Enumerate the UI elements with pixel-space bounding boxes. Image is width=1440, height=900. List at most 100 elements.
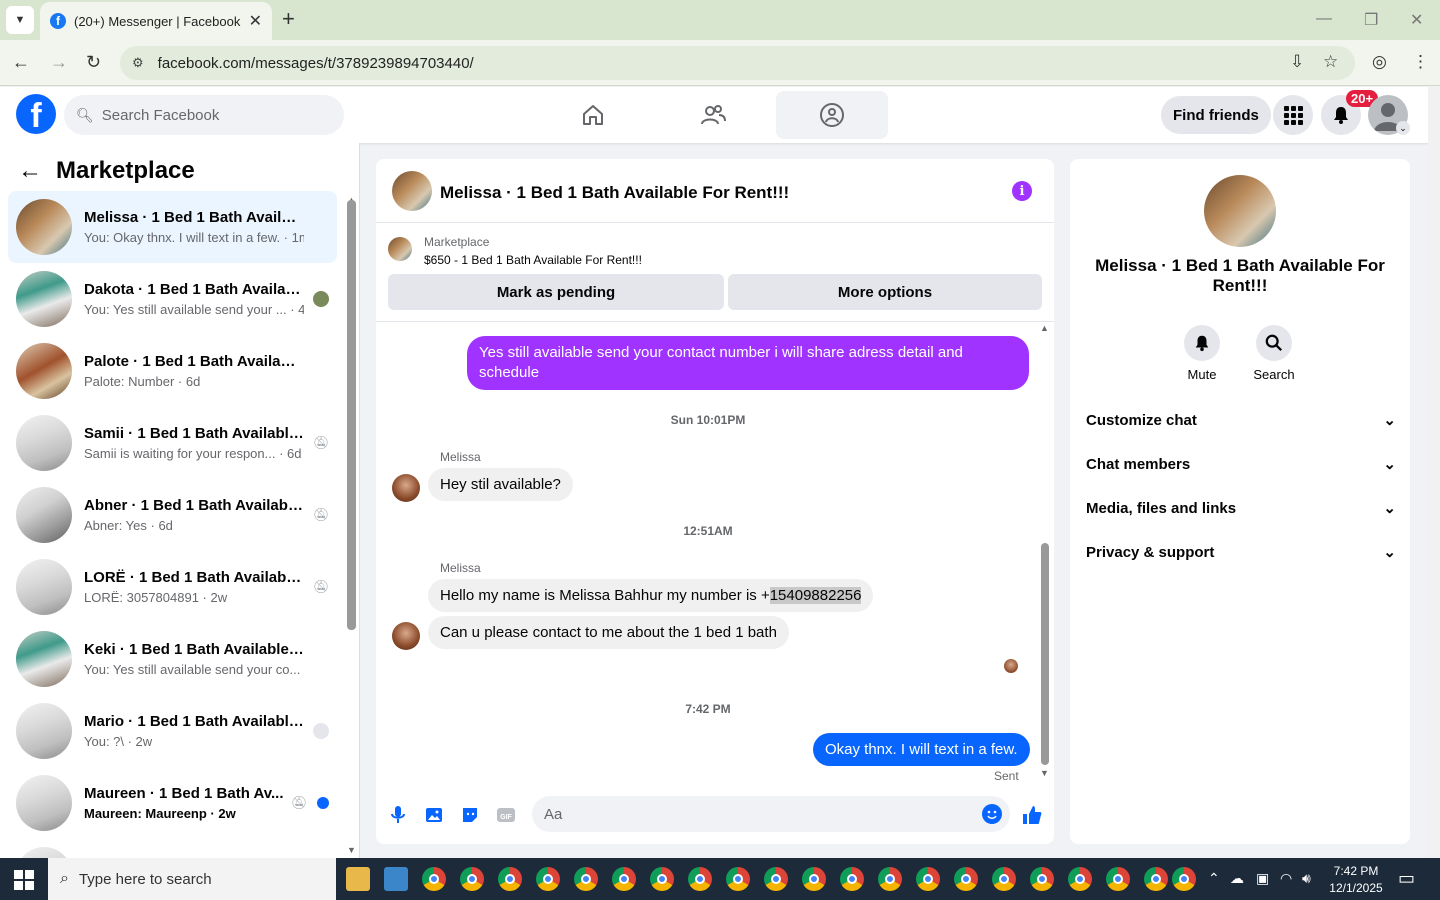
sticker-icon[interactable] [458, 803, 482, 827]
chrome-icon[interactable] [878, 867, 902, 891]
chrome-icon[interactable] [1068, 867, 1092, 891]
highlighted-phone-number[interactable]: 15409882256 [769, 587, 862, 604]
back-button[interactable]: ← [12, 52, 30, 73]
chrome-icon[interactable] [1106, 867, 1130, 891]
privacy-support-row[interactable]: Privacy & support ⌄ [1086, 543, 1396, 562]
emoji-icon[interactable] [982, 804, 1002, 824]
close-tab-icon[interactable]: ✕ [249, 11, 262, 31]
conversation-item[interactable]: LORË · 1 Bed 1 Bath Available ... LORË: 3… [8, 551, 337, 623]
browser-menu-icon[interactable]: ⋮ [1412, 52, 1429, 72]
windows-start-icon[interactable] [14, 870, 34, 890]
home-nav-button[interactable] [537, 91, 649, 139]
profile-icon[interactable]: ◎ [1372, 52, 1387, 72]
show-hidden-icons-icon[interactable]: ⌃ [1208, 870, 1220, 887]
chrome-icon[interactable] [726, 867, 750, 891]
facebook-logo-icon[interactable]: f [16, 94, 56, 134]
marketplace-listing-row[interactable]: Marketplace $650 - 1 Bed 1 Bath Availabl… [388, 235, 642, 267]
listing-profile-photo[interactable] [1204, 175, 1276, 247]
chrome-icon[interactable] [1172, 867, 1196, 891]
back-arrow-icon[interactable]: ← [18, 157, 42, 185]
friends-nav-button[interactable] [657, 91, 769, 139]
gif-icon[interactable]: GIF [494, 803, 518, 827]
url-field[interactable]: ⚙ facebook.com/messages/t/37892398947034… [120, 46, 1355, 80]
info-icon[interactable]: i [1012, 181, 1032, 201]
chrome-icon[interactable] [422, 867, 446, 891]
customize-chat-row[interactable]: Customize chat ⌄ [1086, 411, 1396, 430]
account-chevron-icon[interactable]: ⌄ [1396, 121, 1410, 135]
chrome-icon[interactable] [574, 867, 598, 891]
install-app-icon[interactable]: ⇩ [1290, 52, 1304, 72]
browser-tab[interactable]: f (20+) Messenger | Facebook ✕ [40, 2, 272, 40]
meet-now-icon[interactable]: ▣ [1256, 870, 1269, 887]
photo-icon[interactable] [422, 803, 446, 827]
chrome-icon[interactable] [992, 867, 1016, 891]
chrome-icon[interactable] [916, 867, 940, 891]
conversation-name: Samii · 1 Bed 1 Bath Available ... [84, 425, 304, 442]
new-tab-button[interactable]: + [282, 8, 295, 30]
conversation-item[interactable]: Mario · 1 Bed 1 Bath Available ... You: ?… [8, 695, 337, 767]
weather-icon[interactable]: ☁ [1230, 870, 1244, 887]
chrome-icon[interactable] [764, 867, 788, 891]
chrome-icon[interactable] [1144, 867, 1168, 891]
conversation-item[interactable]: Maureen · 1 Bed 1 Bath Av... Maureen: Mau… [8, 767, 337, 839]
conversation-item[interactable]: Melissa · 1 Bed 1 Bath Available ... You:… [8, 191, 337, 263]
chat-scrollbar[interactable] [1041, 543, 1049, 765]
close-window-button[interactable]: ✕ [1410, 10, 1423, 30]
media-files-links-row[interactable]: Media, files and links ⌄ [1086, 499, 1396, 518]
scroll-up-icon[interactable]: ▲ [1040, 323, 1049, 333]
scroll-down-icon[interactable]: ▼ [347, 845, 356, 855]
scroll-down-icon[interactable]: ▼ [1040, 768, 1049, 778]
chrome-icon[interactable] [460, 867, 484, 891]
chrome-icon[interactable] [954, 867, 978, 891]
conversation-item[interactable]: Keki · 1 Bed 1 Bath Available For ... You… [8, 623, 337, 695]
notification-center-icon[interactable]: ▭ [1398, 868, 1415, 889]
minimize-button[interactable]: — [1316, 10, 1332, 28]
chrome-icon[interactable] [840, 867, 864, 891]
chrome-icon[interactable] [650, 867, 674, 891]
search-in-chat-button[interactable]: Search [1244, 325, 1304, 382]
forward-button[interactable]: → [50, 52, 68, 73]
microphone-icon[interactable] [386, 803, 410, 827]
chrome-icon[interactable] [802, 867, 826, 891]
facebook-search-input[interactable]: 🔍︎ Search Facebook [64, 95, 344, 135]
chrome-icon[interactable] [1030, 867, 1054, 891]
groups-nav-button[interactable] [776, 91, 888, 139]
snipping-tool-icon[interactable] [384, 867, 408, 891]
chat-title[interactable]: Melissa · 1 Bed 1 Bath Available For Ren… [440, 183, 789, 203]
taskbar-clock[interactable]: 7:42 PM 12/1/2025 [1318, 863, 1394, 897]
thumbs-up-icon[interactable] [1020, 803, 1044, 827]
conversation-item[interactable]: Abner · 1 Bed 1 Bath Available ... Abner:… [8, 479, 337, 551]
wifi-icon[interactable]: ◠ [1280, 870, 1292, 887]
chat-listing-avatar[interactable] [392, 171, 432, 211]
message-input[interactable]: Aa [532, 796, 1010, 832]
restore-button[interactable]: ❐ [1364, 10, 1378, 30]
chrome-icon[interactable] [536, 867, 560, 891]
bookmark-star-icon[interactable]: ☆ [1323, 52, 1338, 72]
conversation-item[interactable] [8, 839, 337, 858]
file-explorer-icon[interactable] [346, 867, 370, 891]
sender-avatar[interactable] [392, 474, 420, 502]
volume-icon[interactable]: 🔊︎ [1302, 870, 1311, 887]
conversation-item[interactable]: Palote · 1 Bed 1 Bath Available F... Palo… [8, 335, 337, 407]
conversation-scrollbar[interactable] [347, 200, 356, 630]
taskbar-search-input[interactable]: ⌕ Type here to search [48, 858, 336, 900]
conversation-item[interactable]: Samii · 1 Bed 1 Bath Available ... Samii … [8, 407, 337, 479]
conversation-name: Abner · 1 Bed 1 Bath Available ... [84, 497, 304, 514]
find-friends-button[interactable]: Find friends [1161, 96, 1271, 134]
chrome-icon[interactable] [688, 867, 712, 891]
page-scrollbar[interactable] [1428, 87, 1440, 858]
chat-members-row[interactable]: Chat members ⌄ [1086, 455, 1396, 474]
listing-photo [16, 703, 72, 759]
reload-button[interactable]: ↻ [86, 52, 101, 73]
mute-button[interactable]: Mute [1172, 325, 1232, 382]
chrome-icon[interactable] [498, 867, 522, 891]
conversation-item[interactable]: Dakota · 1 Bed 1 Bath Availabl... You: Ye… [8, 263, 337, 335]
tab-search-button[interactable]: ▼ [6, 6, 34, 34]
menu-grid-button[interactable] [1273, 95, 1313, 135]
more-options-button[interactable]: More options [728, 274, 1042, 310]
mark-as-pending-button[interactable]: Mark as pending [388, 274, 724, 310]
site-info-icon[interactable]: ⚙ [132, 55, 144, 71]
conversation-name: Keki · 1 Bed 1 Bath Available For ... [84, 641, 304, 658]
sender-avatar[interactable] [392, 622, 420, 650]
chrome-icon[interactable] [612, 867, 636, 891]
